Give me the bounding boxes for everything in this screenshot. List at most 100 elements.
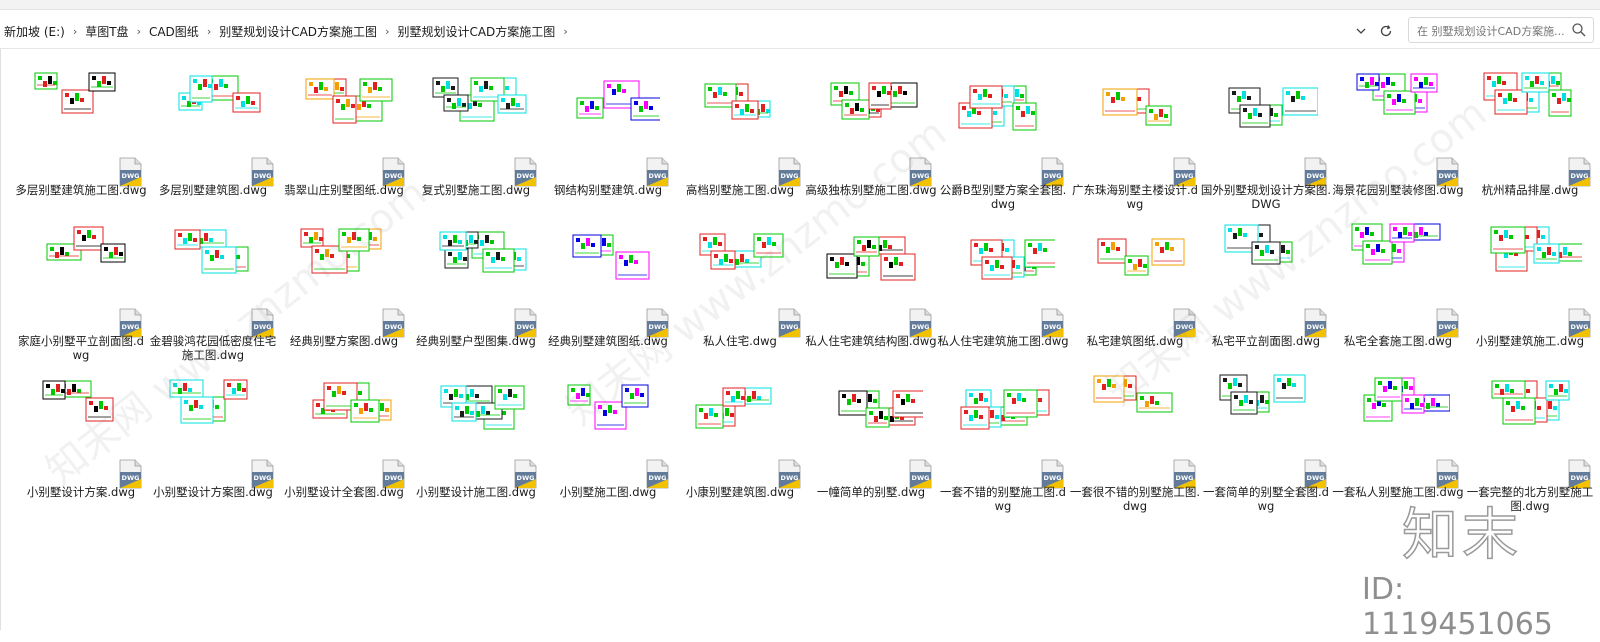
file-item[interactable]: DWG 私人住宅.dwg: [674, 210, 806, 360]
file-item[interactable]: DWG 私宅全套施工图.dwg: [1332, 210, 1464, 360]
file-item[interactable]: DWG 经典别墅建筑图纸.dwg: [542, 210, 674, 360]
svg-text:DWG: DWG: [1307, 474, 1325, 482]
file-name: 金碧骏鸿花园低密度住宅施工图.dwg: [149, 334, 277, 362]
file-item[interactable]: DWG 小别墅设计方案.dwg: [15, 361, 147, 511]
chevron-right-icon: ›: [136, 24, 141, 38]
file-thumbnail: [1083, 65, 1187, 133]
file-thumbnail: [951, 216, 1055, 284]
svg-text:DWG: DWG: [781, 323, 799, 331]
svg-text:DWG: DWG: [254, 474, 272, 482]
svg-text:DWG: DWG: [781, 172, 799, 180]
file-thumbnail: [1478, 367, 1582, 435]
svg-text:DWG: DWG: [649, 474, 667, 482]
watermark-id: ID: 1119451065: [1362, 572, 1553, 642]
svg-text:DWG: DWG: [1439, 172, 1457, 180]
file-thumbnail: [1214, 216, 1318, 284]
file-name: 杭州精品排屋.dwg: [1481, 183, 1579, 197]
file-item[interactable]: DWG 私人住宅建筑施工图.dwg: [937, 210, 1069, 360]
file-item[interactable]: DWG 杭州精品排屋.dwg: [1464, 59, 1596, 209]
file-thumbnail: [556, 65, 660, 133]
file-name: 小别墅设计全套图.dwg: [284, 485, 404, 499]
file-name: 高档别墅施工图.dwg: [685, 183, 795, 197]
chevron-right-icon[interactable]: ›: [559, 25, 571, 38]
svg-text:DWG: DWG: [385, 474, 403, 482]
file-item[interactable]: DWG 海景花园别墅装修图.dwg: [1332, 59, 1464, 209]
file-item[interactable]: DWG 高级独栋别墅施工图.dwg: [805, 59, 937, 209]
svg-text:DWG: DWG: [385, 323, 403, 331]
chevron-right-icon: ›: [385, 24, 390, 38]
svg-text:DWG: DWG: [1044, 474, 1062, 482]
address-bar[interactable]: 新加坡 (E:) › 草图T盘 › CAD图纸 › 别墅规划设计CAD方案施工图…: [0, 14, 1600, 49]
file-item[interactable]: DWG 经典别墅户型图集.dwg: [410, 210, 542, 360]
file-thumbnail: [1083, 216, 1187, 284]
svg-text:DWG: DWG: [649, 172, 667, 180]
file-item[interactable]: DWG 私宅平立剖面图.dwg: [1200, 210, 1332, 360]
file-item[interactable]: DWG 一套完整的北方别墅施工图.dwg: [1464, 361, 1596, 513]
file-item[interactable]: DWG 钢结构别墅建筑.dwg: [542, 59, 674, 209]
svg-text:DWG: DWG: [122, 323, 140, 331]
file-item[interactable]: DWG 经典别墅方案图.dwg: [278, 210, 410, 360]
file-item[interactable]: DWG 一套简单的别墅全套图.dwg: [1200, 361, 1332, 513]
file-item[interactable]: DWG 高档别墅施工图.dwg: [674, 59, 806, 209]
file-thumbnail: [556, 216, 660, 284]
file-item[interactable]: DWG 私宅建筑图纸.dwg: [1069, 210, 1201, 360]
refresh-icon[interactable]: [1377, 22, 1395, 40]
svg-text:DWG: DWG: [385, 172, 403, 180]
file-item[interactable]: DWG 小康别墅建筑图.dwg: [674, 361, 806, 511]
svg-text:DWG: DWG: [912, 172, 930, 180]
breadcrumb-folder-1[interactable]: 草图T盘: [81, 21, 132, 42]
svg-text:DWG: DWG: [517, 172, 535, 180]
file-thumbnail: [161, 367, 265, 435]
svg-text:DWG: DWG: [1571, 474, 1589, 482]
file-item[interactable]: DWG 私人住宅建筑结构图.dwg: [805, 210, 937, 360]
file-item[interactable]: DWG 小别墅设计方案图.dwg: [147, 361, 279, 511]
file-item[interactable]: DWG 一套私人别墅施工图.dwg: [1332, 361, 1464, 511]
file-thumbnail: [951, 367, 1055, 435]
breadcrumb-folder-2[interactable]: CAD图纸: [145, 21, 203, 42]
file-item[interactable]: DWG 一套不错的别墅施工图.dwg: [937, 361, 1069, 513]
file-item[interactable]: DWG 金碧骏鸿花园低密度住宅施工图.dwg: [147, 210, 279, 362]
file-name: 小别墅建筑施工.dwg: [1475, 334, 1585, 348]
file-item[interactable]: DWG 国外别墅规划设计方案图.DWG: [1200, 59, 1332, 211]
search-box[interactable]: [1408, 17, 1594, 43]
breadcrumb-drive[interactable]: 新加坡 (E:): [0, 21, 69, 42]
file-name: 小别墅施工图.dwg: [559, 485, 657, 499]
search-input[interactable]: [1415, 21, 1569, 41]
svg-text:DWG: DWG: [1307, 323, 1325, 331]
svg-text:DWG: DWG: [912, 323, 930, 331]
svg-text:DWG: DWG: [1439, 323, 1457, 331]
breadcrumb-folder-3[interactable]: 别墅规划设计CAD方案施工图: [215, 21, 381, 42]
file-item[interactable]: DWG 多层别墅建筑图.dwg: [147, 59, 279, 209]
file-thumbnail: [1346, 216, 1450, 284]
file-item[interactable]: DWG 翡翠山庄别墅图纸.dwg: [278, 59, 410, 209]
svg-text:DWG: DWG: [1571, 172, 1589, 180]
file-name: 一套简单的别墅全套图.dwg: [1203, 485, 1329, 513]
file-item[interactable]: DWG 小别墅设计全套图.dwg: [278, 361, 410, 511]
file-item[interactable]: DWG 小别墅施工图.dwg: [542, 361, 674, 511]
file-item[interactable]: DWG 复式别墅施工图.dwg: [410, 59, 542, 209]
file-name: 一套很不错的别墅施工图.dwg: [1069, 485, 1201, 513]
file-item[interactable]: DWG 多层别墅建筑施工图.dwg: [15, 59, 147, 209]
svg-text:DWG: DWG: [1176, 474, 1194, 482]
search-icon[interactable]: [1571, 22, 1587, 38]
chevron-down-icon[interactable]: [1352, 22, 1370, 40]
file-name: 钢结构别墅建筑.dwg: [553, 183, 663, 197]
file-item[interactable]: DWG 小别墅建筑施工.dwg: [1464, 210, 1596, 360]
file-thumbnail: [29, 216, 133, 284]
file-thumbnail: [424, 216, 528, 284]
title-strip: [0, 0, 1600, 10]
breadcrumb-folder-4[interactable]: 别墅规划设计CAD方案施工图: [393, 21, 559, 42]
svg-text:DWG: DWG: [912, 474, 930, 482]
file-item[interactable]: DWG 一套很不错的别墅施工图.dwg: [1069, 361, 1201, 513]
file-item[interactable]: DWG 广东珠海别墅主楼设计.dwg: [1069, 59, 1201, 211]
file-name: 翡翠山庄别墅图纸.dwg: [284, 183, 404, 197]
file-thumbnail: [819, 367, 923, 435]
file-name: 多层别墅建筑施工图.dwg: [15, 183, 147, 197]
file-thumbnail: [1083, 367, 1187, 435]
file-name: 一套不错的别墅施工图.dwg: [940, 485, 1066, 513]
file-thumbnail: [292, 65, 396, 133]
file-item[interactable]: DWG 公爵B型别墅方案全套图.dwg: [937, 59, 1069, 211]
file-item[interactable]: DWG 家庭小别墅平立剖面图.dwg: [15, 210, 147, 362]
file-item[interactable]: DWG 小别墅设计施工图.dwg: [410, 361, 542, 511]
file-item[interactable]: DWG 一幢简单的别墅.dwg: [805, 361, 937, 511]
